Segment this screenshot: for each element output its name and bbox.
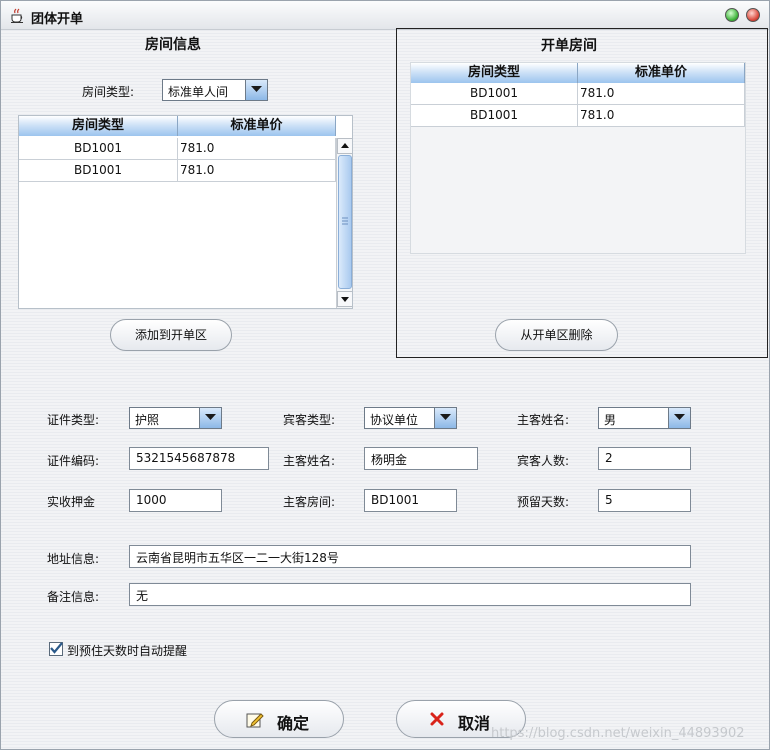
table-cell: 781.0 xyxy=(178,138,336,160)
guest-count-field[interactable]: 2 xyxy=(598,447,691,470)
vertical-scrollbar[interactable] xyxy=(336,138,352,308)
watermark-text: https://blog.csdn.net/weixin_44893902 xyxy=(491,726,745,741)
id-number-label: 证件编码: xyxy=(47,454,100,468)
dropdown-arrow[interactable] xyxy=(199,408,221,428)
scroll-up-button[interactable] xyxy=(337,138,352,154)
close-button[interactable] xyxy=(746,8,760,22)
table-cell: BD1001 xyxy=(411,83,578,105)
table-row[interactable]: BD1001 781.0 xyxy=(411,83,745,105)
auto-remind-label: 到预住天数时自动提醒 xyxy=(67,644,188,658)
deposit-field[interactable]: 1000 xyxy=(129,489,222,512)
java-cup-icon xyxy=(11,8,23,23)
window-title: 团体开单 xyxy=(31,12,84,27)
remark-label: 备注信息: xyxy=(47,590,100,604)
open-rooms-table: 房间类型 标准单价 BD1001 781.0 BD1001 781.0 xyxy=(410,62,746,254)
deposit-label: 实收押金 xyxy=(47,495,96,509)
reserve-days-label: 预留天数: xyxy=(517,495,570,509)
id-type-select[interactable]: 护照 xyxy=(129,407,222,429)
main-room-label: 主客房间: xyxy=(283,495,336,509)
main-guest-name-label: 主客姓名: xyxy=(283,454,336,468)
id-number-field[interactable]: 5321545687878 xyxy=(129,447,269,470)
guest-type-label: 宾客类型: xyxy=(283,413,336,427)
checkmark-icon xyxy=(50,642,63,654)
ok-button[interactable]: 确定 xyxy=(214,700,344,738)
arrow-up-icon xyxy=(341,143,349,148)
gender-value: 男 xyxy=(604,413,617,427)
table-header: 房间类型 标准单价 xyxy=(411,63,745,83)
table-cell: BD1001 xyxy=(19,138,178,160)
table-empty-area xyxy=(411,127,745,253)
table-cell: BD1001 xyxy=(19,160,178,182)
open-rooms-title: 开单房间 xyxy=(541,38,597,54)
minimize-button[interactable] xyxy=(725,8,739,22)
cancel-button-label: 取消 xyxy=(458,714,491,733)
add-to-open-area-button[interactable]: 添加到开单区 xyxy=(110,319,232,351)
main-room-field[interactable]: BD1001 xyxy=(364,489,457,512)
id-type-value: 护照 xyxy=(135,413,160,427)
address-field[interactable]: 云南省昆明市五华区一二一大街128号 xyxy=(129,545,691,568)
table-cell: 781.0 xyxy=(178,160,336,182)
reserve-days-field[interactable]: 5 xyxy=(598,489,691,512)
guest-type-value: 协议单位 xyxy=(370,413,419,427)
table-row[interactable]: BD1001 781.0 xyxy=(411,105,745,127)
grip-icon xyxy=(342,217,348,225)
address-label: 地址信息: xyxy=(47,552,100,566)
arrow-down-icon xyxy=(341,297,349,302)
room-type-select[interactable]: 标准单人间 xyxy=(162,79,268,101)
dropdown-arrow[interactable] xyxy=(668,408,690,428)
table-row[interactable]: BD1001 781.0 xyxy=(19,160,336,182)
chevron-down-icon xyxy=(205,414,216,420)
column-header[interactable]: 房间类型 xyxy=(411,63,578,83)
dropdown-arrow[interactable] xyxy=(245,80,267,100)
id-type-label: 证件类型: xyxy=(47,413,100,427)
room-type-label: 房间类型: xyxy=(82,85,135,99)
gender-select[interactable]: 男 xyxy=(598,407,691,429)
chevron-down-icon xyxy=(674,414,685,420)
ok-button-label: 确定 xyxy=(277,714,310,733)
room-list-table: 房间类型 标准单价 BD1001 781.0 BD1001 781.0 xyxy=(18,115,353,309)
scroll-thumb[interactable] xyxy=(338,155,352,289)
open-rooms-panel: 开单房间 房间类型 标准单价 BD1001 781.0 BD1001 781.0… xyxy=(396,28,768,358)
room-type-value: 标准单人间 xyxy=(168,85,229,99)
table-cell: 781.0 xyxy=(578,83,745,105)
table-header: 房间类型 标准单价 xyxy=(19,116,336,136)
column-header[interactable]: 房间类型 xyxy=(19,116,178,136)
main-guest-name-field[interactable]: 杨明金 xyxy=(364,447,478,470)
room-info-title: 房间信息 xyxy=(145,37,201,53)
table-row[interactable]: BD1001 781.0 xyxy=(19,138,336,160)
edit-pencil-icon xyxy=(246,713,264,728)
chevron-down-icon xyxy=(251,86,262,92)
main-guest-gender-label: 主客姓名: xyxy=(517,413,570,427)
table-cell: 781.0 xyxy=(578,105,745,127)
dropdown-arrow[interactable] xyxy=(434,408,456,428)
scroll-down-button[interactable] xyxy=(337,291,352,307)
table-cell: BD1001 xyxy=(411,105,578,127)
column-header[interactable]: 标准单价 xyxy=(578,63,745,83)
close-x-icon xyxy=(430,712,444,726)
guest-count-label: 宾客人数: xyxy=(517,454,570,468)
remark-field[interactable]: 无 xyxy=(129,583,691,606)
remove-from-open-area-button[interactable]: 从开单区删除 xyxy=(495,319,618,351)
guest-type-select[interactable]: 协议单位 xyxy=(364,407,457,429)
auto-remind-checkbox[interactable] xyxy=(49,642,63,656)
group-checkin-window: 团体开单 房间信息 房间类型: 标准单人间 房间类型 标准单价 BD1001 7… xyxy=(0,0,770,750)
title-bar: 团体开单 xyxy=(1,1,769,30)
column-header[interactable]: 标准单价 xyxy=(178,116,336,136)
chevron-down-icon xyxy=(440,414,451,420)
